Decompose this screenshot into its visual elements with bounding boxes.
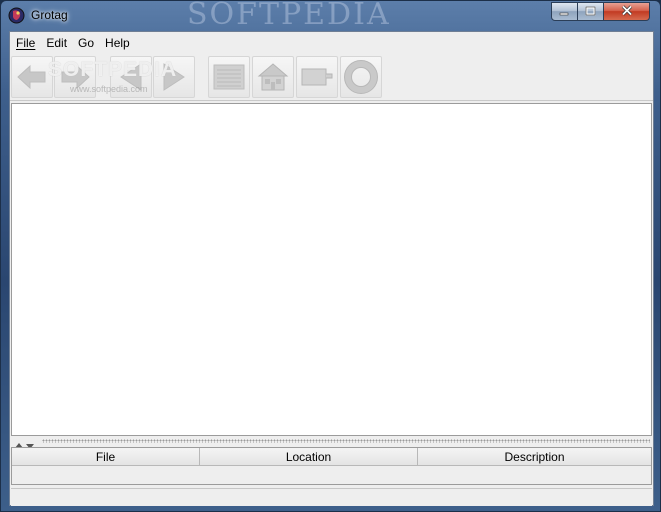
house-icon <box>256 61 290 93</box>
menu-go[interactable]: Go <box>73 36 99 50</box>
menu-help[interactable]: Help <box>100 36 135 50</box>
window-title: Grotag <box>31 8 68 22</box>
back-button[interactable] <box>11 56 53 98</box>
column-header-description[interactable]: Description <box>418 448 651 465</box>
title-watermark: SOFTPEDIA <box>187 0 391 32</box>
contents-button[interactable] <box>208 56 250 98</box>
minimize-button[interactable] <box>551 2 578 21</box>
search-results-table[interactable]: File Location Description <box>11 447 652 485</box>
app-window: Grotag SOFTPEDIA File Edit Go Help SOFTP… <box>0 0 661 512</box>
status-bar <box>11 488 652 506</box>
close-button[interactable] <box>604 2 650 21</box>
close-icon <box>621 3 633 21</box>
menu-bar: File Edit Go Help <box>10 32 653 53</box>
list-icon <box>212 62 246 92</box>
tag-icon <box>299 64 335 90</box>
table-header: File Location Description <box>12 448 651 466</box>
content-viewer[interactable] <box>11 103 652 436</box>
help-button[interactable] <box>340 56 382 98</box>
client-area: File Edit Go Help SOFTPEDIA www.softpedi… <box>9 31 654 506</box>
column-header-file[interactable]: File <box>12 448 200 465</box>
grotag-app-icon[interactable] <box>8 7 25 24</box>
maximize-icon <box>585 3 596 21</box>
toolbar: SOFTPEDIA www.softpedia.com <box>10 54 653 101</box>
home-button[interactable] <box>252 56 294 98</box>
title-bar[interactable]: Grotag SOFTPEDIA <box>1 0 660 32</box>
softpedia-watermark: SOFTPEDIA <box>48 58 178 81</box>
menu-edit[interactable]: Edit <box>41 36 72 50</box>
softpedia-url-watermark: www.softpedia.com <box>70 84 148 94</box>
minimize-icon <box>559 3 570 21</box>
caption-buttons <box>551 2 655 22</box>
lifebuoy-icon <box>344 60 378 94</box>
splitter-grip <box>42 439 650 443</box>
split-pane-divider[interactable] <box>10 436 653 449</box>
column-header-location[interactable]: Location <box>200 448 418 465</box>
menu-file[interactable]: File <box>11 36 40 50</box>
maximize-button[interactable] <box>578 2 604 21</box>
arrow-left-icon <box>15 62 49 92</box>
index-button[interactable] <box>296 56 338 98</box>
